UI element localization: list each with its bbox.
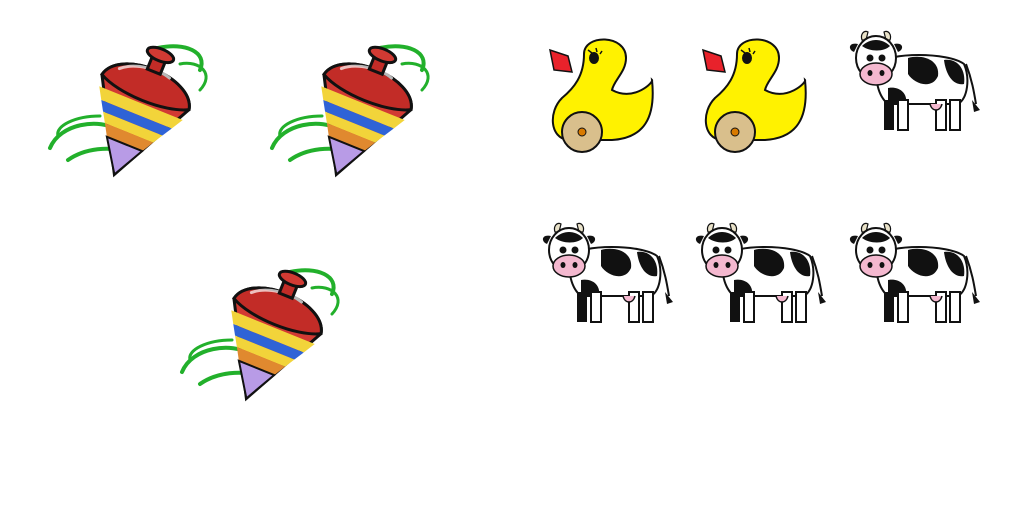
spinning-top-3	[172, 253, 352, 418]
spinning-top-1	[40, 29, 220, 194]
spinning-top-2	[262, 29, 442, 194]
cow-3	[694, 222, 827, 330]
cow-4	[848, 222, 981, 330]
rubber-duck-2	[697, 28, 809, 160]
cow-2	[541, 222, 674, 330]
rubber-duck-1	[544, 28, 656, 160]
cow-1	[848, 30, 981, 138]
